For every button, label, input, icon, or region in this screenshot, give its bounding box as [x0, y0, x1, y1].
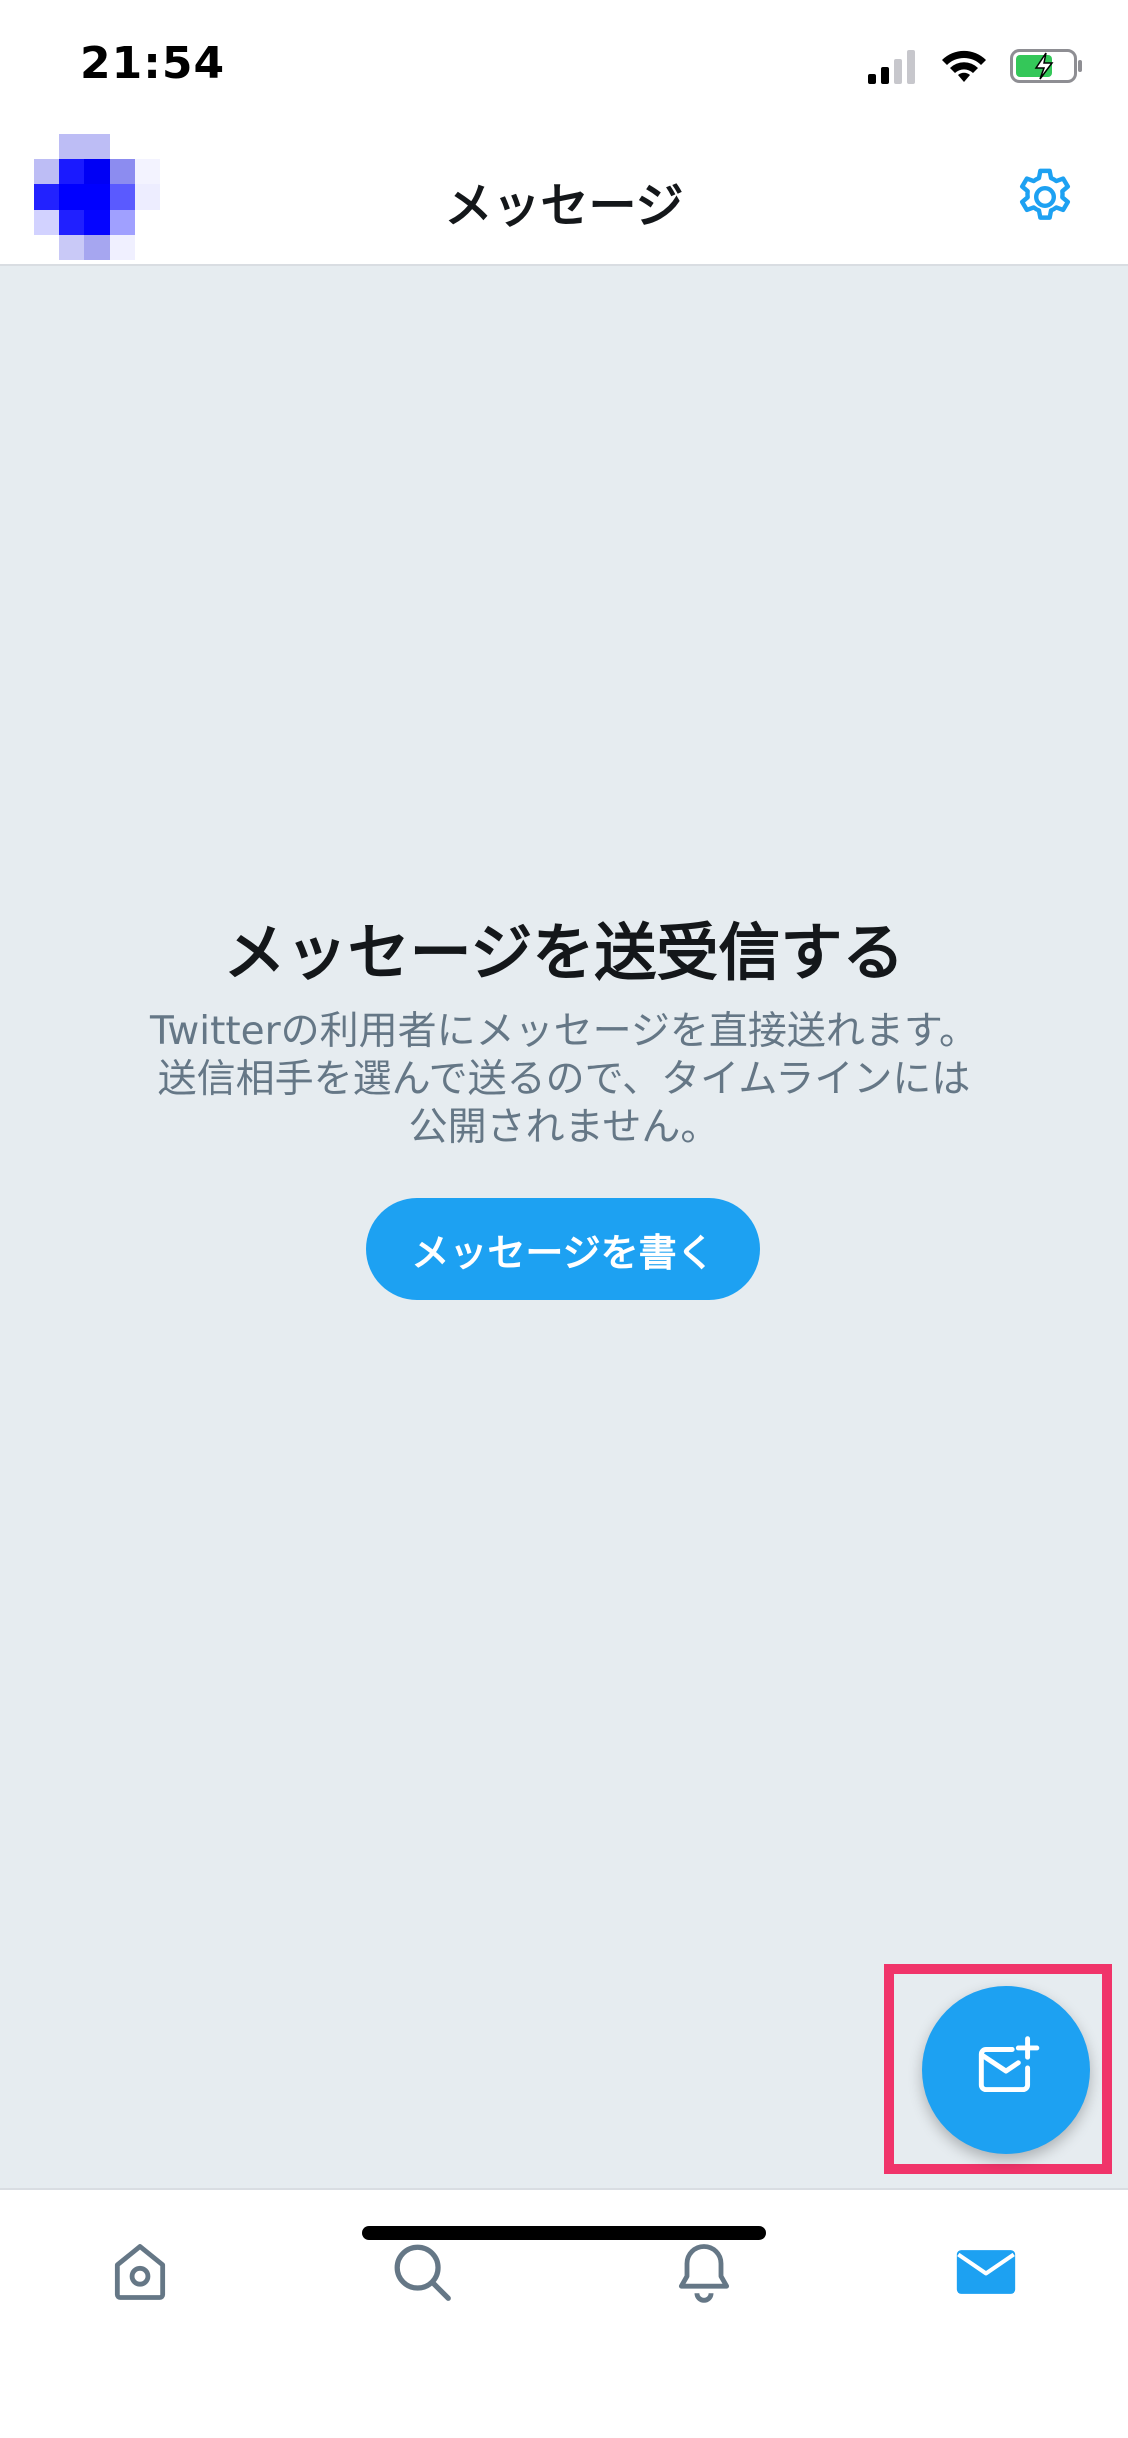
wifi-icon: [940, 48, 988, 88]
home-icon: [106, 2238, 174, 2310]
description-line: Twitterの利用者にメッセージを直接送れます。: [149, 1009, 979, 1054]
empty-state-title: メッセージを送受信する: [223, 916, 905, 989]
status-icons: [868, 48, 1084, 88]
tab-notifications[interactable]: [664, 2234, 744, 2314]
tab-messages[interactable]: [946, 2234, 1026, 2314]
write-message-button[interactable]: メッセージを書く: [366, 1198, 760, 1300]
status-time: 21:54: [80, 38, 226, 89]
home-indicator: [362, 2226, 766, 2240]
page-title: メッセージ: [444, 178, 684, 234]
description-line: 公開されません。: [408, 1105, 720, 1150]
tab-home[interactable]: [100, 2234, 180, 2314]
tab-bar: [0, 2188, 1128, 2438]
new-message-icon: [969, 2031, 1043, 2109]
empty-state-description: Twitterの利用者にメッセージを直接送れます。 送信相手を選んで送るので、タ…: [90, 1008, 1038, 1152]
messages-empty-state: メッセージを送受信する Twitterの利用者にメッセージを直接送れます。 送信…: [0, 266, 1128, 2188]
search-icon: [387, 2237, 457, 2311]
gear-icon[interactable]: [1012, 164, 1078, 230]
header: メッセージ: [0, 130, 1128, 266]
battery-charging-icon: [1010, 48, 1084, 88]
description-line: 送信相手を選んで送るので、タイムラインには: [157, 1057, 971, 1102]
tab-search[interactable]: [382, 2234, 462, 2314]
bell-icon: [670, 2238, 738, 2310]
signal-icon: [868, 50, 918, 88]
mail-icon: [951, 2237, 1021, 2311]
new-message-button[interactable]: [922, 1986, 1090, 2154]
status-bar: 21:54: [0, 0, 1128, 130]
